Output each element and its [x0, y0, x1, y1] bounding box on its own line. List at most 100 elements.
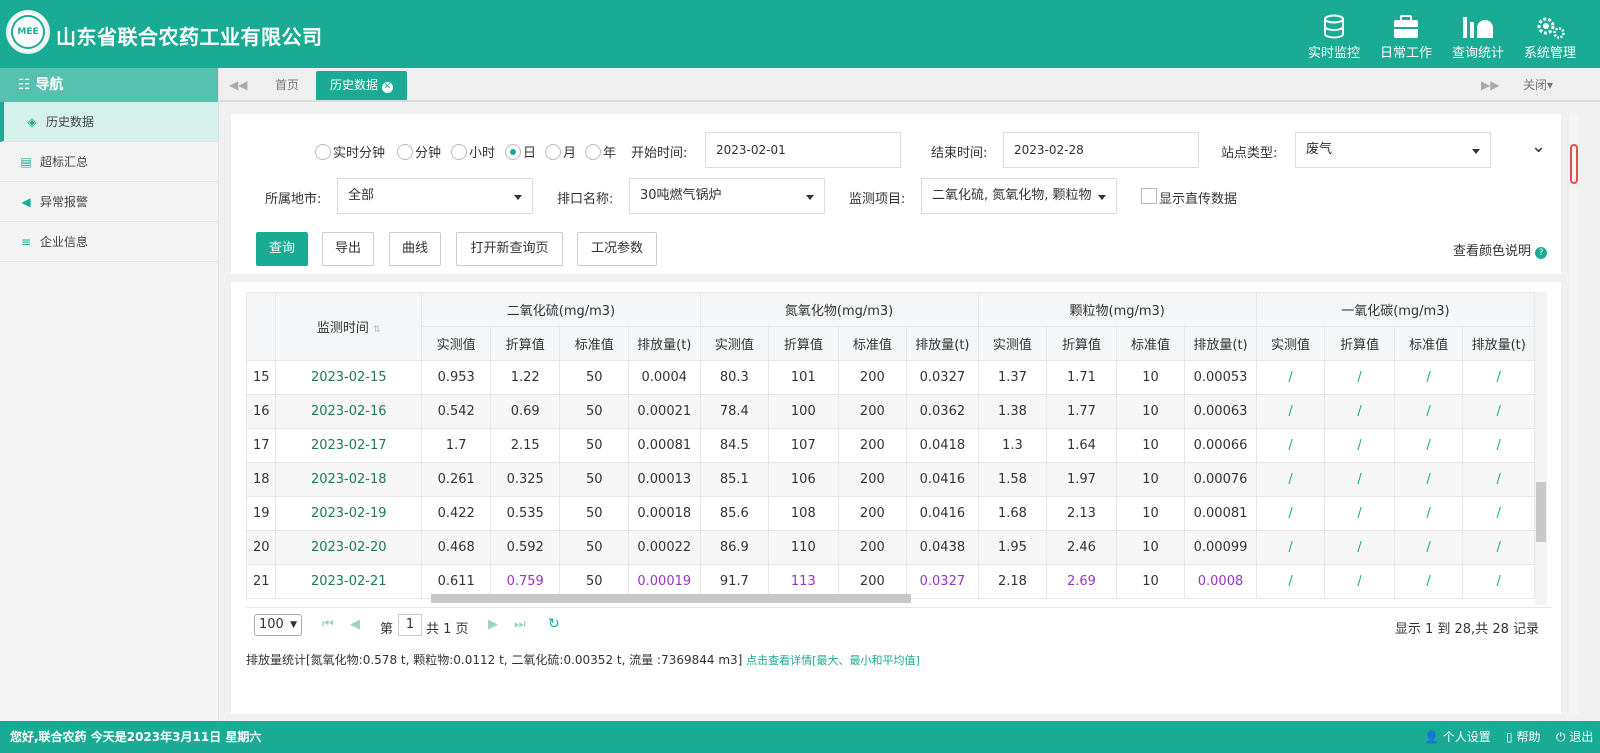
- page-number-input[interactable]: 1: [398, 614, 422, 636]
- sidebar-item-alarm[interactable]: ◀ 异常报警: [0, 182, 218, 222]
- table-row[interactable]: 15 2023-02-15 0.953 1.22 50 0.0004 80.3 101 200 0…: [246, 360, 1535, 395]
- sidebar-item-history[interactable]: ◈ 历史数据: [0, 102, 218, 142]
- table-cell: /: [1462, 394, 1535, 429]
- chevron-down-icon: [1098, 195, 1106, 200]
- tab-scroll-right-icon[interactable]: ▶▶: [1481, 71, 1499, 100]
- vertical-scrollbar[interactable]: [1535, 292, 1547, 605]
- help-link[interactable]: ▯ 帮助: [1506, 721, 1540, 753]
- next-page-icon[interactable]: ▶: [488, 617, 498, 632]
- table-cell: /: [1393, 428, 1464, 463]
- close-menu-label: 关闭: [1523, 78, 1548, 92]
- topnav-query-stats[interactable]: 查询统计: [1442, 10, 1514, 61]
- refresh-icon[interactable]: ↻: [548, 616, 560, 632]
- tab-home[interactable]: 首页: [275, 71, 299, 100]
- page-scroll-thumb[interactable]: [1570, 144, 1578, 184]
- table-row[interactable]: 16 2023-02-16 0.542 0.69 50 0.00021 78.4 100 200…: [246, 394, 1535, 429]
- outlet-select[interactable]: 30吨燃气锅炉: [629, 178, 825, 214]
- radio-year[interactable]: 年: [585, 142, 616, 161]
- sidebar-item-company[interactable]: ≡ 企业信息: [0, 222, 218, 262]
- table-cell: 0.00076: [1184, 462, 1257, 497]
- table-cell: 1.38: [977, 394, 1048, 429]
- row-index: 21: [246, 564, 277, 599]
- radio-hour[interactable]: 小时: [451, 142, 495, 161]
- page-size-select[interactable]: 100 ▼: [254, 614, 302, 636]
- table-header-time[interactable]: 监测时间 ⇅: [275, 292, 423, 361]
- table-cell: 50: [559, 496, 630, 531]
- subheader-cell: 实测值: [977, 326, 1048, 361]
- topnav-realtime[interactable]: 实时监控: [1298, 10, 1370, 61]
- radio-month[interactable]: 月: [545, 142, 576, 161]
- topnav-daily-work[interactable]: 日常工作: [1370, 10, 1442, 61]
- direct-data-checkbox[interactable]: [1141, 188, 1157, 204]
- tab-scroll-left-icon[interactable]: ◀◀: [229, 71, 247, 100]
- group-header-so2: 二氧化硫(mg/m3): [421, 292, 701, 327]
- site-type-select[interactable]: 废气: [1295, 132, 1491, 168]
- topnav-label: 实时监控: [1307, 46, 1360, 61]
- table-cell: 0.00099: [1184, 530, 1257, 565]
- table-cell: /: [1255, 530, 1326, 565]
- table-cell: 110: [768, 530, 839, 565]
- page-scrollbar[interactable]: [1569, 114, 1579, 714]
- logout-link[interactable]: ⏻ 退出: [1556, 721, 1593, 753]
- table-cell: 0.00081: [1184, 496, 1257, 531]
- close-menu[interactable]: 关闭▾: [1523, 71, 1553, 100]
- start-time-input[interactable]: 2023-02-01: [705, 132, 901, 168]
- table-row[interactable]: 19 2023-02-19 0.422 0.535 50 0.00018 85.6 108 20…: [246, 496, 1535, 531]
- table-cell: 0.0004: [628, 360, 701, 395]
- emission-details-link[interactable]: 点击查看详情[最大、最小和平均值]: [746, 654, 920, 667]
- prev-page-icon[interactable]: ◀: [350, 617, 360, 632]
- row-date: 2023-02-16: [275, 394, 423, 429]
- radio-day[interactable]: 日: [505, 142, 536, 161]
- subheader-cell: 排放量(t): [1462, 326, 1535, 361]
- radio-minute[interactable]: 分钟: [397, 142, 441, 161]
- sort-icon[interactable]: ⇅: [373, 325, 381, 335]
- table-cell: 0.00018: [628, 496, 701, 531]
- table-cell: /: [1393, 394, 1464, 429]
- tab-history[interactable]: 历史数据 ✕: [316, 71, 407, 100]
- table-cell: 1.77: [1046, 394, 1117, 429]
- personal-settings-link[interactable]: 👤 个人设置: [1424, 721, 1491, 753]
- vertical-scroll-thumb[interactable]: [1536, 482, 1546, 542]
- table-row[interactable]: 17 2023-02-17 1.7 2.15 50 0.00081 84.5 107 200 0.…: [246, 428, 1535, 463]
- group-header-pm: 颗粒物(mg/m3): [977, 292, 1257, 327]
- table-cell: 200: [837, 462, 908, 497]
- horizontal-scroll-thumb[interactable]: [431, 594, 911, 603]
- radio-realtime-minute[interactable]: 实时分钟: [315, 142, 385, 161]
- table-cell: 106: [768, 462, 839, 497]
- monitor-item-select[interactable]: 二氧化硫, 氮氧化物, 颗粒物: [921, 178, 1117, 214]
- table-cell: 50: [559, 530, 630, 565]
- gears-icon: [1514, 10, 1586, 40]
- table-cell: 108: [768, 496, 839, 531]
- table-row[interactable]: 20 2023-02-20 0.468 0.592 50 0.00022 86.9 110 20…: [246, 530, 1535, 565]
- work-params-button[interactable]: 工况参数: [577, 232, 657, 266]
- table-cell: 1.58: [977, 462, 1048, 497]
- radio-circle: [545, 143, 561, 160]
- main-content: 实时分钟 分钟 小时 日 月 年 开始时间: 2023-02-01 结束时间: …: [219, 104, 1600, 721]
- topnav-system[interactable]: 系统管理: [1514, 10, 1586, 61]
- table-cell: /: [1324, 496, 1395, 531]
- color-help-link[interactable]: 查看颜色说明 ?: [1453, 240, 1548, 259]
- last-page-icon[interactable]: ⏭: [514, 617, 526, 632]
- first-page-icon[interactable]: ⏮: [322, 617, 334, 632]
- clipboard-icon: ▤: [20, 155, 32, 169]
- export-button[interactable]: 导出: [322, 232, 374, 266]
- row-date: 2023-02-20: [275, 530, 423, 565]
- radio-label: 月: [563, 146, 577, 161]
- collapse-chevron-icon[interactable]: ⌄: [1531, 136, 1546, 157]
- table-row[interactable]: 18 2023-02-18 0.261 0.325 50 0.00013 85.1 106 20…: [246, 462, 1535, 497]
- table-cell: /: [1255, 462, 1326, 497]
- table-cell: 10: [1115, 428, 1186, 463]
- table-cell: /: [1462, 530, 1535, 565]
- curve-button[interactable]: 曲线: [389, 232, 441, 266]
- sidebar-item-over-limit[interactable]: ▤ 超标汇总: [0, 142, 218, 182]
- query-button[interactable]: 查询: [256, 232, 308, 266]
- table-cell: 0.0362: [906, 394, 979, 429]
- city-select[interactable]: 全部: [337, 178, 533, 214]
- close-tab-icon[interactable]: ✕: [381, 82, 393, 93]
- subheader-cell: 折算值: [768, 326, 839, 361]
- table-cell: 10: [1115, 394, 1186, 429]
- end-time-input[interactable]: 2023-02-28: [1003, 132, 1199, 168]
- open-new-query-button[interactable]: 打开新查询页: [456, 232, 563, 266]
- topnav-label: 查询统计: [1451, 46, 1504, 61]
- layers-icon: ◈: [27, 115, 37, 129]
